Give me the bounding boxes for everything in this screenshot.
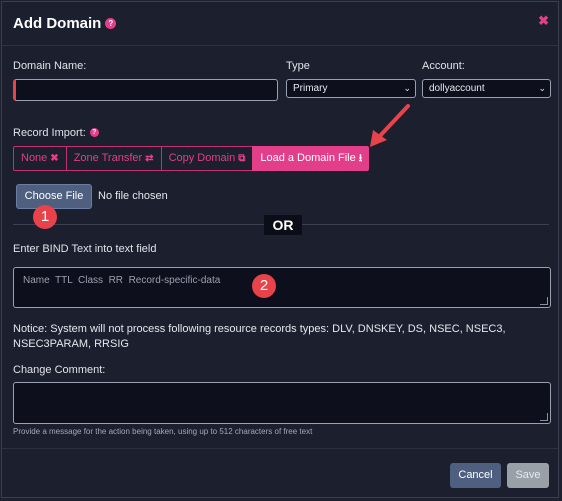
domain-name-input[interactable] [13, 79, 278, 101]
or-divider-text: OR [264, 215, 302, 235]
record-import-tabs: None ✖ Zone Transfer ⇄ Copy Domain ⧉ Load a… [13, 146, 370, 171]
tab-copy-domain-label: Copy Domain [168, 152, 236, 164]
modal-title-text: Add Domain [13, 15, 102, 32]
question-circle-icon[interactable]: ? [89, 127, 99, 137]
close-icon[interactable]: ✖ [538, 13, 549, 29]
chevron-down-icon: ⌄ [403, 83, 411, 93]
no-file-text: No file chosen [98, 190, 168, 202]
record-import-label: Record Import:? [13, 127, 99, 139]
annotation-badge-2: 2 [252, 274, 276, 298]
modal-header: Add Domain? ✖ [2, 2, 558, 46]
domain-name-label: Domain Name: [13, 60, 87, 72]
change-comment-textarea[interactable] [13, 382, 551, 424]
resize-handle-icon[interactable] [540, 413, 548, 421]
type-select-value: Primary [293, 83, 328, 94]
account-label: Account: [422, 60, 465, 72]
bind-text-label: Enter BIND Text into text field [13, 243, 157, 255]
add-domain-modal: Add Domain? ✖ Domain Name: Type Account:… [1, 1, 559, 498]
choose-file-button[interactable]: Choose File [16, 184, 92, 209]
account-select-value: dollyaccount [429, 83, 485, 94]
bind-text-placeholder: Name TTL Class RR Record-specific-data [23, 275, 221, 286]
resize-handle-icon[interactable] [540, 297, 548, 305]
change-comment-label: Change Comment: [13, 364, 106, 376]
tab-none-label: None [21, 152, 48, 164]
tab-zone-transfer-label: Zone Transfer [73, 152, 143, 164]
change-comment-hint: Provide a message for the action being t… [13, 427, 313, 436]
close-icon: ✖ [50, 153, 59, 164]
copy-icon: ⧉ [238, 153, 246, 164]
type-select[interactable]: Primary ⌄ [286, 79, 416, 98]
exchange-icon: ⇄ [145, 153, 154, 164]
footer-divider [2, 448, 558, 449]
bind-text-area[interactable]: Name TTL Class RR Record-specific-data [13, 267, 551, 308]
annotation-arrow-icon [370, 104, 410, 147]
tab-zone-transfer[interactable]: Zone Transfer ⇄ [65, 146, 161, 171]
tab-none[interactable]: None ✖ [13, 146, 66, 171]
chevron-down-icon: ⌄ [538, 83, 546, 93]
tab-load-domain-file[interactable]: Load a Domain File ⭳ [252, 146, 370, 171]
annotation-badge-1: 1 [33, 205, 57, 229]
tab-load-domain-file-label: Load a Domain File [260, 152, 356, 164]
type-label: Type [286, 60, 310, 72]
modal-title: Add Domain? [13, 15, 117, 32]
question-circle-icon[interactable]: ? [105, 17, 117, 29]
account-select[interactable]: dollyaccount ⌄ [422, 79, 551, 98]
record-types-notice: Notice: System will not process followin… [13, 323, 506, 350]
record-import-label-text: Record Import: [13, 127, 86, 139]
save-button[interactable]: Save [507, 463, 549, 488]
tab-copy-domain[interactable]: Copy Domain ⧉ [160, 146, 253, 171]
cancel-button[interactable]: Cancel [450, 463, 501, 488]
